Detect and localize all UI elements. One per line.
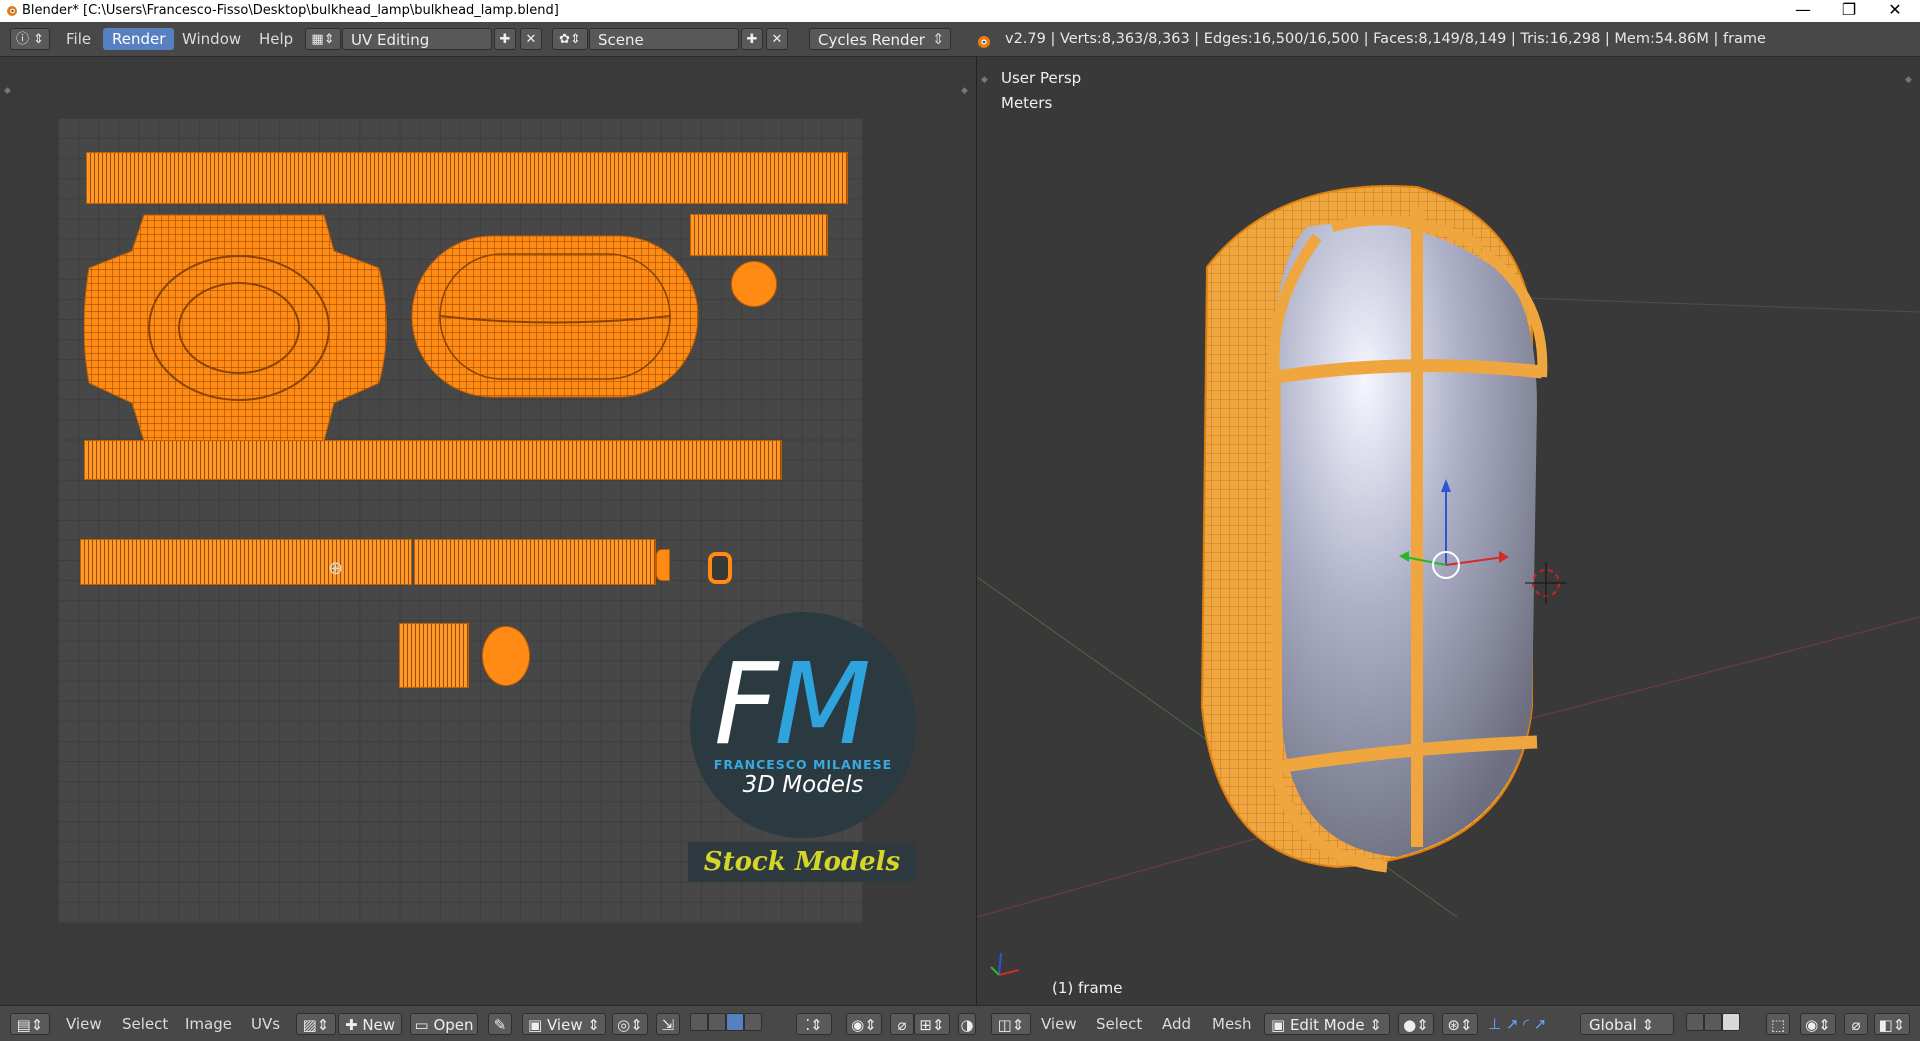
uv-island-disc[interactable] — [731, 261, 777, 307]
uv-island-oval[interactable] — [410, 234, 700, 399]
uv-editor-type-icon[interactable]: ▤⇕ — [10, 1013, 50, 1035]
new-image-button[interactable]: ✚ New — [338, 1013, 402, 1035]
info-header: ⓘ ⇕ File Render Window Help ▦⇕ UV Editin… — [0, 22, 1920, 57]
3d-menu-view[interactable]: View — [1041, 1013, 1077, 1035]
delete-layout-icon[interactable]: ✕ — [520, 28, 542, 50]
close-window-button[interactable]: ✕ — [1872, 0, 1918, 22]
manipulator-icons[interactable]: ⊥ ↗ ◜ ↗ — [1488, 1013, 1546, 1035]
scene-icon[interactable]: ✿⇕ — [552, 28, 588, 50]
add-scene-icon[interactable]: ✚ — [741, 28, 763, 50]
delete-scene-icon[interactable]: ✕ — [766, 28, 788, 50]
3d-menu-select[interactable]: Select — [1096, 1013, 1142, 1035]
image-browse-icon[interactable]: ▨⇕ — [296, 1013, 336, 1035]
uv-island-strip-right[interactable] — [414, 539, 656, 585]
sticky-select-icon[interactable]: ⁚⇕ — [796, 1013, 832, 1035]
uv-island-cap[interactable] — [656, 549, 670, 581]
uv-island-small-strip[interactable] — [690, 214, 828, 256]
uv-island-ring[interactable] — [708, 552, 732, 584]
watermark-author: FRANCESCO MILANESE — [713, 757, 893, 772]
minimize-button[interactable]: — — [1780, 0, 1826, 22]
snap-icon[interactable]: ⌀ — [890, 1013, 914, 1035]
window-title: Blender* [C:\Users\Francesco-Fisso\Deskt… — [22, 3, 559, 18]
menu-file[interactable]: File — [57, 28, 100, 50]
axis-gizmo-icon — [990, 952, 1020, 976]
restore-button[interactable]: ❐ — [1826, 0, 1872, 22]
pivot-icon[interactable]: ◎⇕ — [612, 1013, 648, 1035]
watermark-logo: FM — [714, 640, 871, 770]
dropdown-arrow-icon: ⇕ — [932, 30, 945, 48]
uv-menu-view[interactable]: View — [66, 1013, 102, 1035]
watermark-tagline: 3D Models — [742, 772, 864, 798]
add-layout-icon[interactable]: ✚ — [494, 28, 516, 50]
viewport-shading-icon[interactable]: ●⇕ — [1398, 1013, 1434, 1035]
3d-menu-mesh[interactable]: Mesh — [1212, 1013, 1252, 1035]
menu-render[interactable]: Render — [103, 28, 175, 50]
mode-select[interactable]: ▣ Edit Mode ⇕ — [1264, 1013, 1390, 1035]
menu-window[interactable]: Window — [173, 28, 250, 50]
screen-layout-icon[interactable]: ▦⇕ — [305, 28, 341, 50]
uv-menu-uvs[interactable]: UVs — [251, 1013, 280, 1035]
uv-island-round-small[interactable] — [482, 626, 530, 686]
3d-editor-type-icon[interactable]: ◫⇕ — [991, 1013, 1031, 1035]
logo-f: F — [714, 640, 778, 770]
3d-viewport[interactable]: ◆ ◆ User Persp Meters (1) frame — [977, 57, 1920, 1005]
uv-select-modes[interactable] — [690, 1013, 762, 1035]
editor-footers: ▤⇕ View Select Image UVs ▨⇕ ✚ New ▭ Open… — [0, 1005, 1920, 1041]
active-object-label: (1) frame — [1052, 979, 1123, 997]
editor-type-info-icon[interactable]: ⓘ ⇕ — [10, 28, 50, 50]
view-mode-label: View — [547, 1016, 583, 1034]
new-image-label: New — [362, 1016, 396, 1034]
snap-toggle-icon[interactable]: ⌀ — [1844, 1013, 1868, 1035]
menu-help[interactable]: Help — [250, 28, 302, 50]
toolbar-toggle-icon[interactable]: ◆ — [4, 86, 11, 96]
uv-menu-select[interactable]: Select — [122, 1013, 168, 1035]
blender-orange-icon — [978, 36, 990, 48]
uv-sync-icon[interactable]: ⇲ — [656, 1013, 680, 1035]
occlude-geometry-icon[interactable]: ⬚ — [1766, 1013, 1790, 1035]
pivot-point-icon[interactable]: ⊛⇕ — [1442, 1013, 1478, 1035]
open-image-button[interactable]: ▭ Open — [410, 1013, 478, 1035]
watermark-banner: Stock Models — [688, 842, 916, 882]
view-mode-select[interactable]: ▣ View ⇕ — [522, 1013, 606, 1035]
uv-island-strip-middle[interactable] — [84, 440, 782, 480]
render-slot-icon[interactable]: ◑ — [958, 1013, 976, 1035]
snap-element-icon[interactable]: ◧⇕ — [1874, 1013, 1910, 1035]
snap-target-icon[interactable]: ⊞⇕ — [914, 1013, 950, 1035]
3d-menu-add[interactable]: Add — [1162, 1013, 1191, 1035]
pin-image-icon[interactable]: ✎ — [488, 1013, 512, 1035]
scene-field[interactable]: Scene — [589, 28, 739, 50]
select-mode-icons[interactable] — [1686, 1013, 1740, 1035]
uv-island-radial[interactable] — [84, 213, 394, 443]
render-engine-select[interactable]: Cycles Render — [809, 28, 951, 50]
orientation-label: Global — [1589, 1016, 1637, 1034]
logo-m: M — [774, 640, 871, 770]
uv-island-strip-top[interactable] — [86, 152, 848, 204]
properties-toggle-icon[interactable]: ◆ — [961, 86, 968, 96]
uv-island-block[interactable] — [399, 623, 469, 688]
scene-statistics: v2.79 | Verts:8,363/8,363 | Edges:16,500… — [1005, 31, 1766, 47]
transform-orientation-select[interactable]: Global ⇕ — [1580, 1013, 1674, 1035]
screen-layout-field[interactable]: UV Editing — [342, 28, 492, 50]
uv-menu-image[interactable]: Image — [185, 1013, 232, 1035]
proportional-editing-icon[interactable]: ◉⇕ — [1800, 1013, 1836, 1035]
window-titlebar: Blender* [C:\Users\Francesco-Fisso\Deskt… — [0, 0, 1920, 22]
uv-island-strip-left[interactable] — [80, 539, 412, 585]
blender-logo-icon — [7, 6, 17, 16]
mode-label: Edit Mode — [1289, 1016, 1365, 1034]
lamp-model[interactable] — [977, 57, 1920, 1005]
proportional-edit-icon[interactable]: ◉⇕ — [846, 1013, 882, 1035]
2d-cursor-icon[interactable]: ⊕ — [328, 558, 343, 579]
open-image-label: Open — [433, 1016, 474, 1034]
